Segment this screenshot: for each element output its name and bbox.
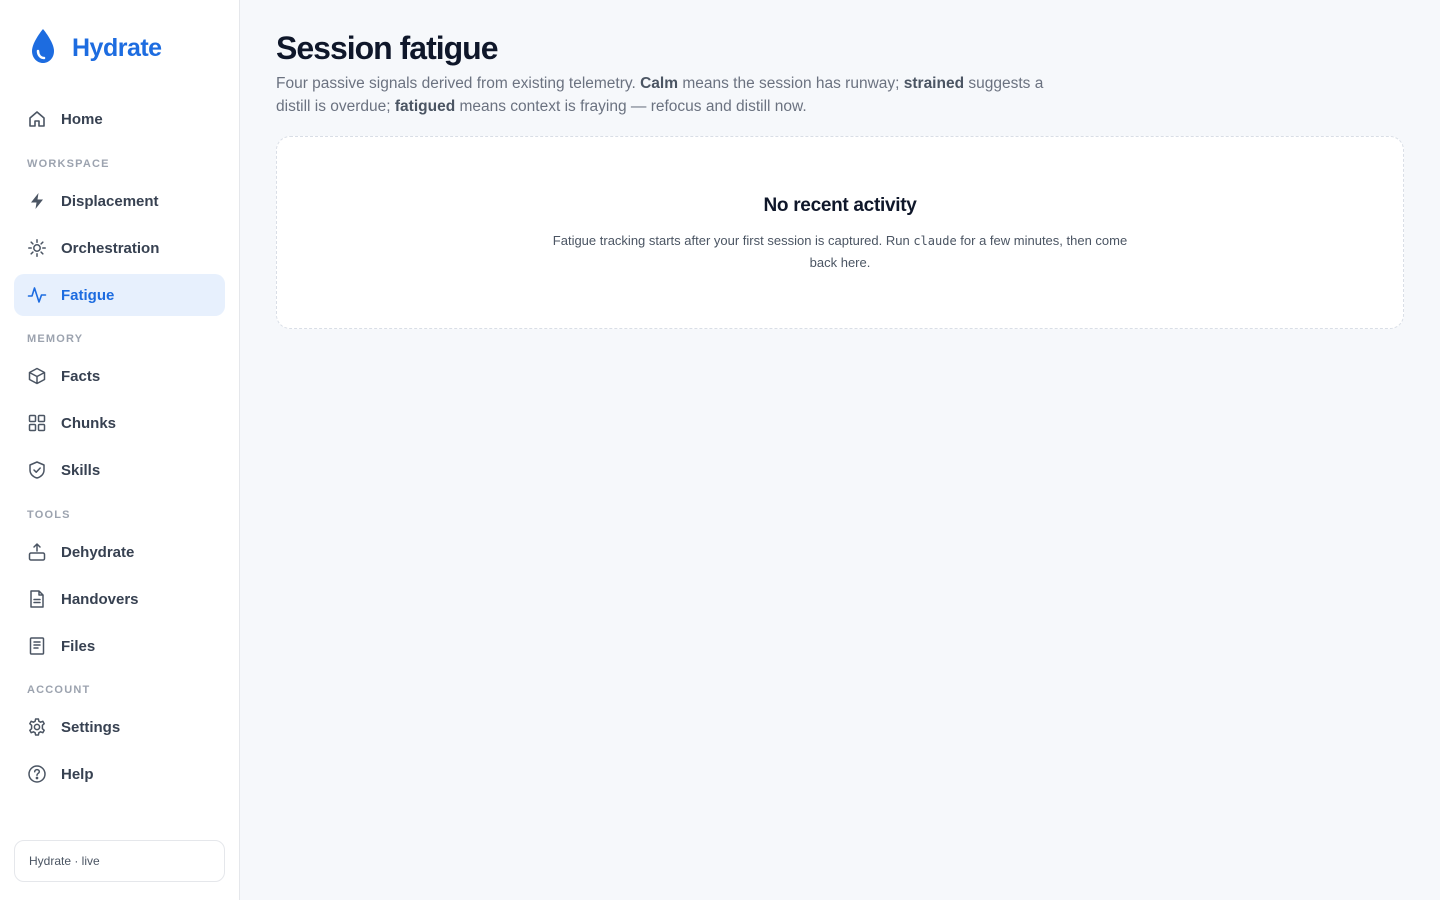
nav-item-handovers[interactable]: Handovers [14,578,225,620]
box-icon [27,366,47,386]
command-code: claude [913,234,957,248]
section-label-account: ACCOUNT [27,684,91,696]
nav-label-displacement: Displacement [61,192,159,210]
document-icon [27,589,47,609]
empty-state-title: No recent activity [763,195,917,216]
page-title: Session fatigue [276,30,498,66]
nav-label-fatigue: Fatigue [61,286,115,304]
description-part: means the session has runway; [678,75,904,92]
brand[interactable]: Hydrate [28,28,162,68]
nav-item-home[interactable]: Home [14,98,225,140]
nav-label-chunks: Chunks [61,414,117,432]
empty-state-card: No recent activity Fatigue tracking star… [276,136,1404,329]
fatigued-term: fatigued [394,98,456,115]
page-description: Four passive signals derived from existi… [276,72,1056,118]
nav-item-dehydrate[interactable]: Dehydrate [14,531,225,573]
shield-check-icon [27,460,47,480]
nav-item-facts[interactable]: Facts [14,355,225,397]
section-label-memory: MEMORY [27,333,84,345]
nav-label-home: Home [61,110,103,128]
nav-item-skills[interactable]: Skills [14,449,225,491]
grid-icon [27,413,47,433]
section-label-tools: TOOLS [27,509,71,521]
nav-item-settings[interactable]: Settings [14,706,225,748]
status-indicator: Hydrate · live [14,840,225,882]
description-part: means context is fraying — refocus and d… [455,98,807,115]
nav-item-help[interactable]: Help [14,753,225,795]
bolt-icon [27,191,47,211]
question-circle-icon [27,764,47,784]
nav-label-facts: Facts [61,367,101,385]
section-label-workspace: WORKSPACE [27,158,110,170]
nav-label-handovers: Handovers [61,590,139,608]
gear-icon [27,717,47,737]
empty-state-text: Fatigue tracking starts after your first… [550,230,1130,274]
nav-label-skills: Skills [61,461,101,479]
nav-label-files: Files [61,637,96,655]
strained-term: strained [903,75,965,92]
calm-term: Calm [640,75,679,92]
nav-item-fatigue[interactable]: Fatigue [14,274,225,316]
empty-state-text-before: Fatigue tracking starts after your first… [552,233,914,248]
nav-label-settings: Settings [61,718,121,736]
notebook-icon [27,636,47,656]
nav-item-displacement[interactable]: Displacement [14,180,225,222]
upload-tray-icon [27,542,47,562]
brand-name: Hydrate [72,33,162,62]
nav-item-files[interactable]: Files [14,625,225,667]
pulse-icon [27,285,47,305]
nav-item-orchestration[interactable]: Orchestration [14,227,225,269]
water-drop-icon [28,27,58,70]
nav-label-dehydrate: Dehydrate [61,543,135,561]
sidebar: Hydrate Home WORKSPACE Displacement Orch… [0,0,240,900]
sun-icon [27,238,47,258]
nav-label-help: Help [61,765,94,783]
nav-label-orchestration: Orchestration [61,239,160,257]
description-part: Four passive signals derived from existi… [276,75,641,92]
home-icon [27,109,47,129]
nav-item-chunks[interactable]: Chunks [14,402,225,444]
